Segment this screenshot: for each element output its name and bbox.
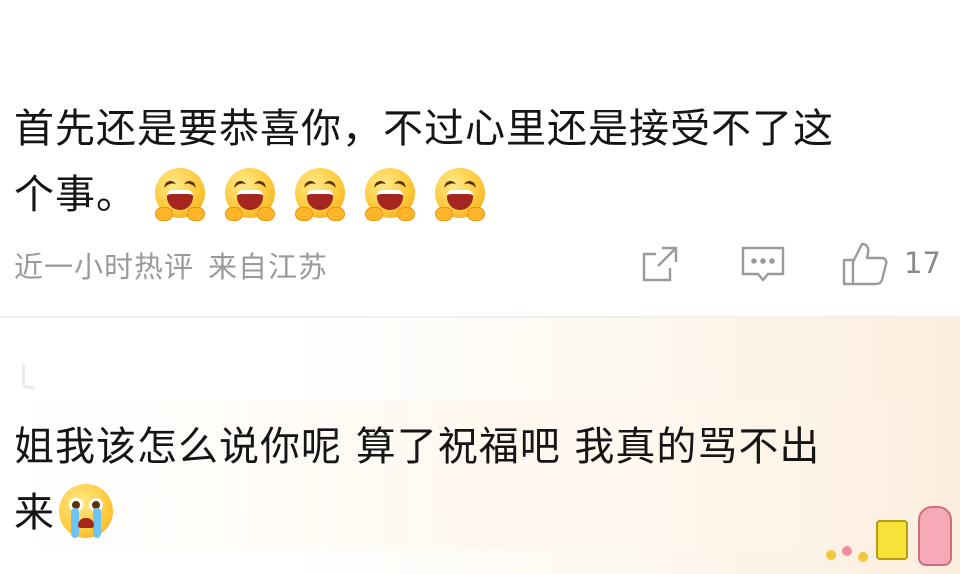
comment-2-text: 姐我该怎么说你呢 算了祝福吧 我真的骂不出 来 [14, 414, 934, 546]
share-icon[interactable] [640, 244, 680, 284]
comment-card-1: 首先还是要恭喜你，不过心里还是接受不了这 个事。 近一小时热评 来自江苏 17 [0, 0, 960, 316]
crying-loud-icon [365, 168, 415, 221]
crying-loud-icon [225, 168, 275, 221]
comment-icon[interactable] [740, 244, 786, 284]
thumbs-up-icon[interactable] [840, 240, 890, 286]
spongebob-patrick-sticker-icon [820, 500, 960, 574]
reply-indicator-icon [22, 364, 35, 389]
comment-1-line-2-text: 个事。 [14, 172, 137, 218]
comment-2-line-1: 姐我该怎么说你呢 算了祝福吧 我真的骂不出 [14, 424, 821, 470]
comment-1-line-1: 首先还是要恭喜你，不过心里还是接受不了这 [14, 106, 834, 152]
crying-loud-icon [155, 168, 205, 221]
crying-loud-icon [295, 168, 345, 221]
crying-loud-icon [435, 168, 485, 221]
comment-2-line-2: 来 [14, 480, 934, 546]
comment-1-actions: 17 [0, 240, 960, 290]
like-count: 17 [904, 246, 941, 280]
emoji-row [155, 168, 485, 221]
comment-1-line-2: 个事。 [14, 162, 944, 228]
comment-1-text: 首先还是要恭喜你，不过心里还是接受不了这 个事。 [14, 96, 944, 228]
comment-2-line-2-text: 来 [14, 490, 55, 536]
crying-tears-icon [59, 484, 113, 538]
